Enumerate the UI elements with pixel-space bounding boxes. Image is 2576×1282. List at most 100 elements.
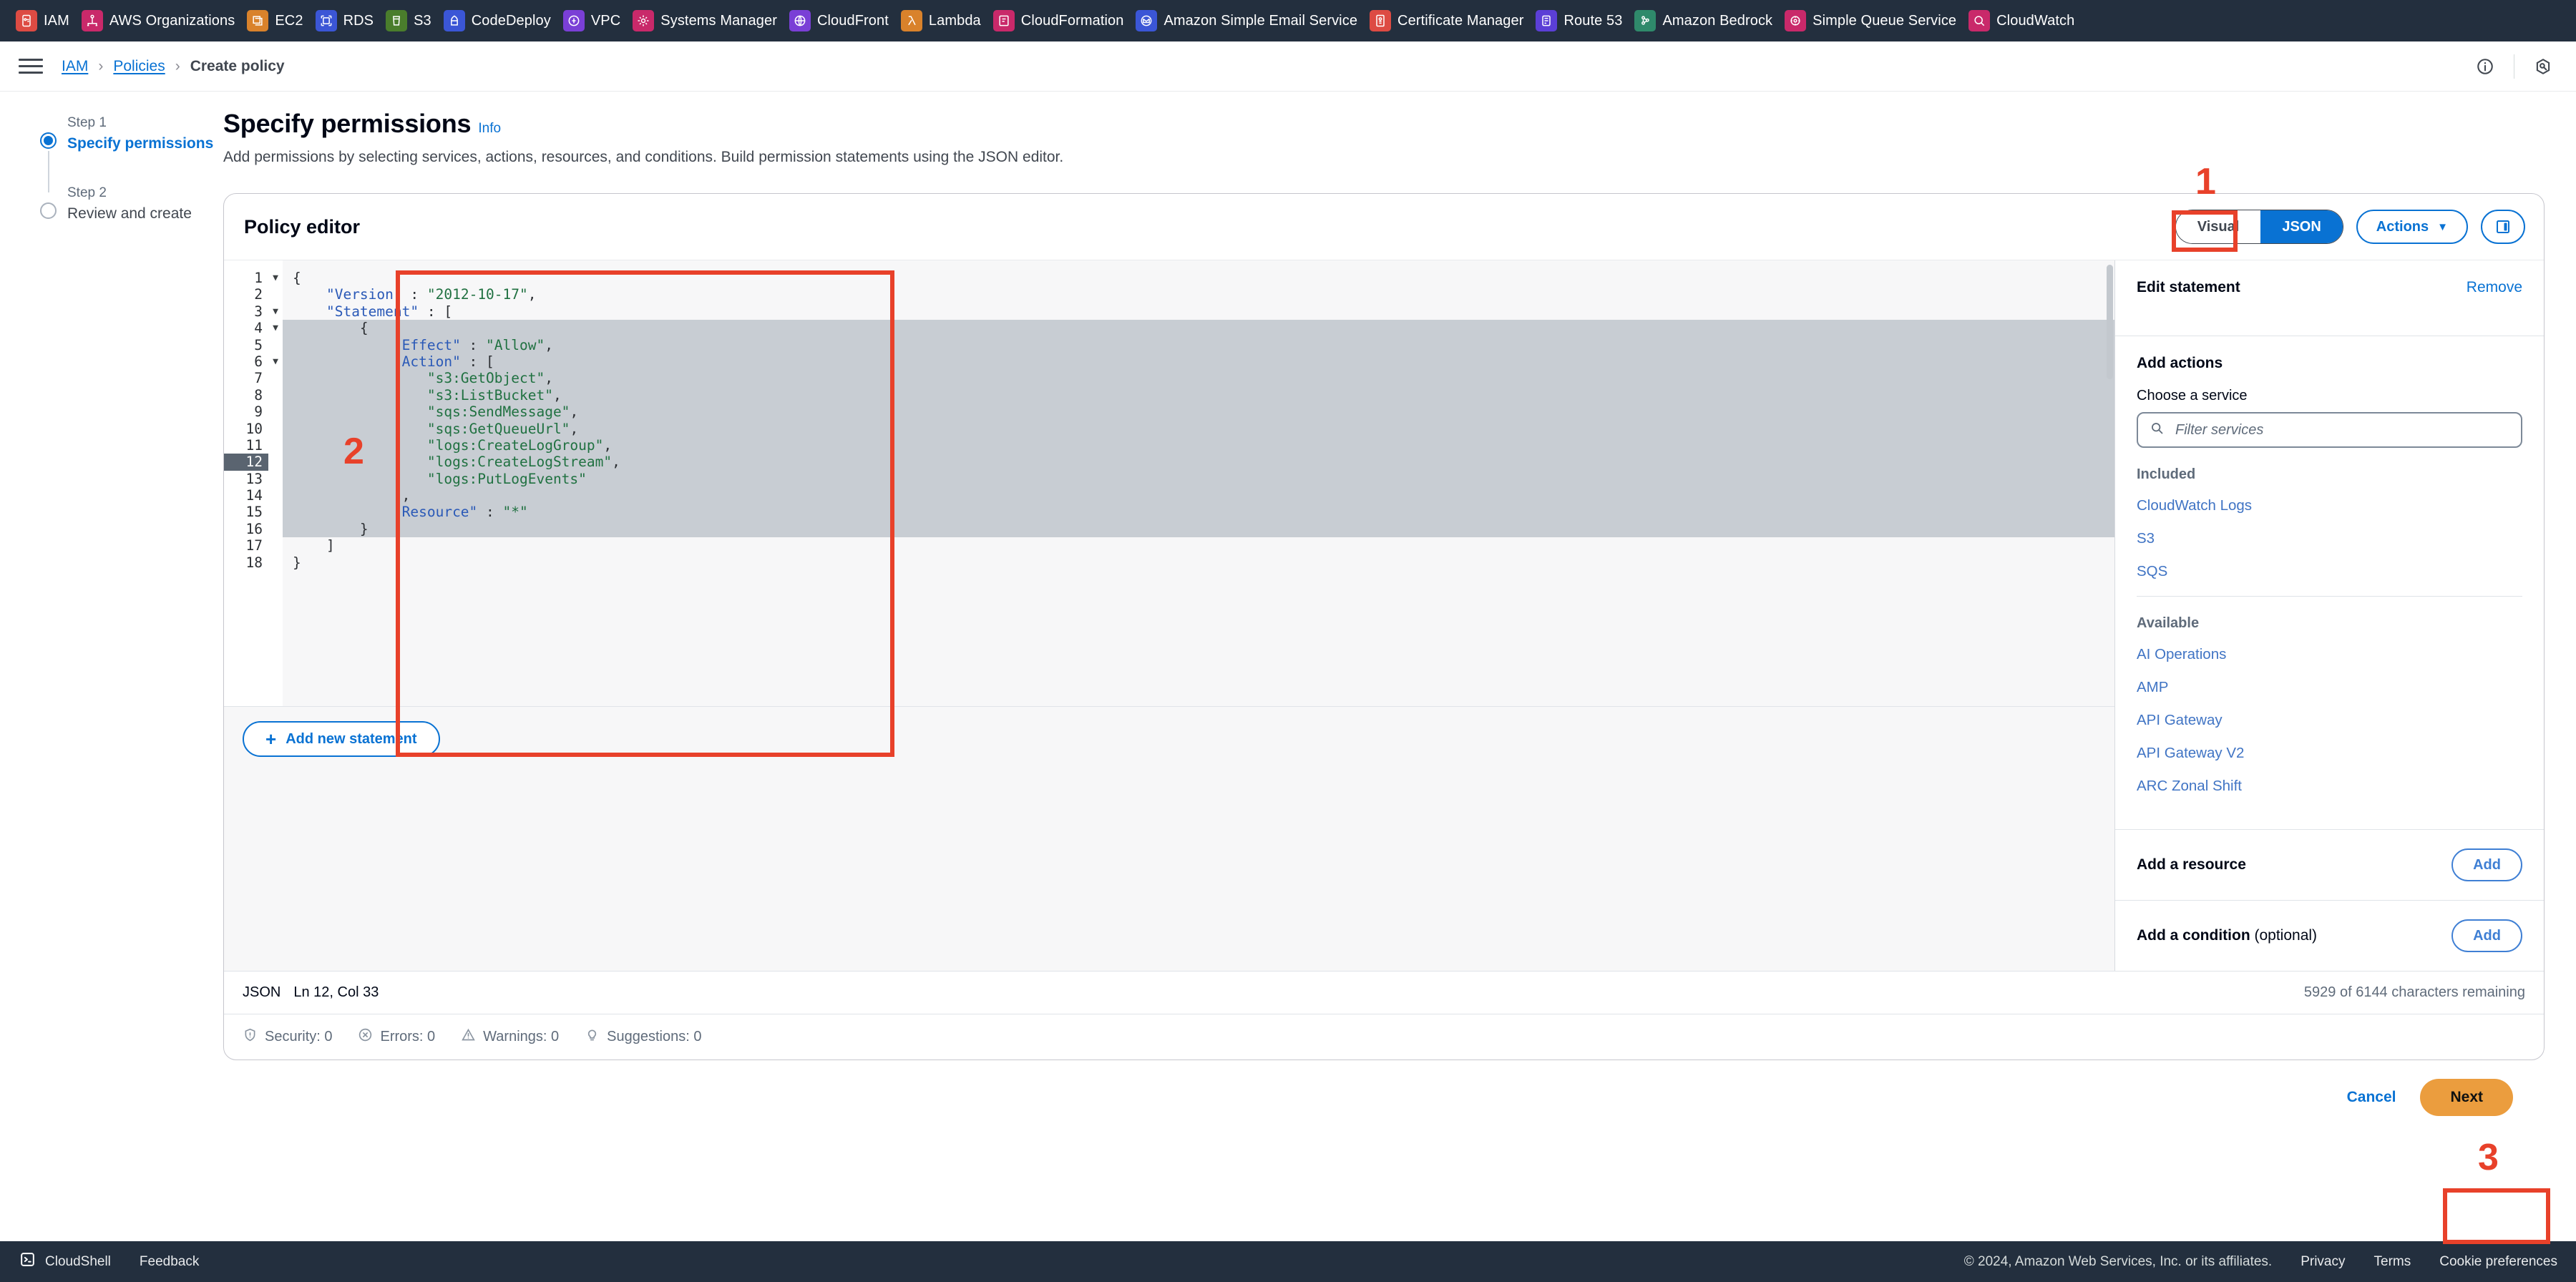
settings-hex-icon[interactable]: [2529, 52, 2557, 81]
terms-link[interactable]: Terms: [2374, 1254, 2411, 1270]
available-service-link[interactable]: API Gateway V2: [2137, 745, 2522, 762]
service-shortcut[interactable]: AWS Organizations: [81, 10, 247, 31]
wizard-steps: Step 1 Specify permissions Step 2 Review…: [0, 92, 215, 1241]
code-line[interactable]: "Effect" : "Allow",: [283, 336, 2114, 353]
privacy-link[interactable]: Privacy: [2301, 1254, 2345, 1270]
breadcrumb-item-iam[interactable]: IAM: [62, 58, 88, 75]
filter-services-input[interactable]: [2174, 421, 2509, 439]
service-shortcut[interactable]: Systems Manager: [633, 10, 789, 31]
included-heading: Included: [2137, 466, 2196, 482]
diagnostic-security[interactable]: Security: 0: [243, 1027, 332, 1047]
code-line[interactable]: {: [283, 320, 2114, 337]
editor-scrollbar[interactable]: [2104, 260, 2114, 706]
code-line[interactable]: "s3:ListBucket",: [283, 386, 2114, 404]
code-line[interactable]: "logs:CreateLogStream",: [283, 454, 2114, 471]
add-resource-button[interactable]: Add: [2451, 848, 2522, 881]
included-service-link[interactable]: S3: [2137, 530, 2522, 547]
next-button[interactable]: Next: [2420, 1079, 2513, 1116]
wizard-step-1[interactable]: Step 1 Specify permissions: [31, 113, 215, 192]
available-service-link[interactable]: API Gateway: [2137, 712, 2522, 729]
step-1-kicker: Step 1: [67, 115, 107, 130]
code-line[interactable]: }: [283, 554, 2114, 571]
tab-json[interactable]: JSON: [2260, 210, 2343, 243]
included-service-link[interactable]: SQS: [2137, 563, 2522, 580]
menu-icon[interactable]: [19, 54, 43, 79]
filter-services-input-wrapper[interactable]: [2137, 412, 2522, 448]
edit-statement-section: Edit statement Remove: [2115, 260, 2544, 336]
add-condition-button[interactable]: Add: [2451, 919, 2522, 952]
json-editor[interactable]: 1 2 3 4 5 6 7 8 9 10 11 12 13 14 15 16 17 18 ▼ ▼ ▼ ▼ { "Vers…: [224, 260, 2114, 971]
service-shortcut[interactable]: Amazon Simple Email Service: [1136, 10, 1370, 31]
diagnostic-suggestions[interactable]: Suggestions: 0: [585, 1027, 701, 1047]
service-shortcut[interactable]: CloudFront: [789, 10, 901, 31]
code-line[interactable]: {: [283, 270, 2114, 286]
add-a-condition-label: Add a condition (optional): [2137, 927, 2318, 944]
error-circle-icon: [358, 1027, 373, 1047]
available-service-link[interactable]: AMP: [2137, 679, 2522, 696]
included-service-link[interactable]: CloudWatch Logs: [2137, 497, 2522, 514]
service-shortcut[interactable]: S3: [386, 10, 444, 31]
copyright-text: © 2024, Amazon Web Services, Inc. or its…: [1963, 1253, 2273, 1269]
cloudshell-button[interactable]: CloudShell: [19, 1251, 111, 1273]
fold-toggle-icon[interactable]: ▼: [268, 320, 283, 336]
header-actions: [2471, 52, 2557, 81]
fold-toggle-icon[interactable]: ▼: [268, 353, 283, 370]
code-line[interactable]: ],: [283, 487, 2114, 504]
remove-statement-link[interactable]: Remove: [2467, 279, 2522, 296]
code-area[interactable]: 1 2 3 4 5 6 7 8 9 10 11 12 13 14 15 16 17 18 ▼ ▼ ▼ ▼ { "Vers…: [224, 260, 2114, 706]
service-shortcut-label: Certificate Manager: [1397, 12, 1524, 29]
list-divider: [2137, 596, 2522, 597]
fold-markers[interactable]: ▼ ▼ ▼ ▼: [268, 260, 283, 706]
service-shortcut[interactable]: CodeDeploy: [443, 10, 563, 31]
diagnostic-warnings[interactable]: Warnings: 0: [461, 1027, 559, 1047]
service-shortcut[interactable]: CloudWatch: [1968, 10, 2087, 31]
service-shortcut[interactable]: VPC: [562, 10, 633, 31]
fold-toggle-icon[interactable]: ▼: [268, 270, 283, 286]
code-line[interactable]: }: [283, 520, 2114, 538]
code-line[interactable]: "Statement" : [: [283, 303, 2114, 320]
route53-icon: [1536, 10, 1558, 31]
info-link[interactable]: Info: [478, 121, 501, 136]
code-line[interactable]: "Version" : "2012-10-17",: [283, 286, 2114, 303]
line-number: 7: [254, 370, 263, 387]
code-line[interactable]: "logs:PutLogEvents": [283, 470, 2114, 488]
service-shortcut[interactable]: RDS: [315, 10, 386, 31]
cookie-preferences-link[interactable]: Cookie preferences: [2439, 1254, 2557, 1270]
available-service-link[interactable]: AI Operations: [2137, 646, 2522, 663]
service-shortcut[interactable]: Certificate Manager: [1370, 10, 1536, 31]
scrollbar-thumb[interactable]: [2107, 265, 2113, 379]
policy-editor-card: Policy editor Visual JSON Actions ▼ 1 2 …: [223, 193, 2545, 1060]
code-line[interactable]: "Resource" : "*": [283, 504, 2114, 521]
line-number: 13: [245, 470, 263, 487]
breadcrumb-item-policies[interactable]: Policies: [113, 58, 165, 75]
service-shortcut[interactable]: IAM: [16, 10, 82, 31]
code-line[interactable]: "logs:CreateLogGroup",: [283, 436, 2114, 454]
service-shortcut[interactable]: Route 53: [1536, 10, 1634, 31]
feedback-link[interactable]: Feedback: [140, 1254, 199, 1270]
code-line[interactable]: "s3:GetObject",: [283, 370, 2114, 387]
included-service-list: CloudWatch Logs S3 SQS: [2137, 497, 2522, 580]
tab-visual[interactable]: Visual: [2175, 210, 2261, 243]
service-shortcut[interactable]: EC2: [247, 10, 315, 31]
service-shortcut-label: IAM: [44, 12, 69, 29]
service-shortcut[interactable]: Lambda: [900, 10, 993, 31]
info-icon[interactable]: [2471, 52, 2499, 81]
code-lines[interactable]: { "Version" : "2012-10-17", "Statement" …: [283, 260, 2114, 706]
service-shortcut[interactable]: Amazon Bedrock: [1634, 10, 1785, 31]
code-line[interactable]: "sqs:GetQueueUrl",: [283, 420, 2114, 437]
diagnostic-errors[interactable]: Errors: 0: [358, 1027, 435, 1047]
toggle-side-panel-button[interactable]: [2481, 210, 2525, 244]
service-shortcut[interactable]: CloudFormation: [992, 10, 1136, 31]
fold-toggle-icon[interactable]: ▼: [268, 303, 283, 320]
available-service-link[interactable]: ARC Zonal Shift: [2137, 778, 2522, 795]
code-line[interactable]: ]: [283, 537, 2114, 554]
code-line[interactable]: "Action" : [: [283, 353, 2114, 371]
cancel-button[interactable]: Cancel: [2347, 1089, 2396, 1106]
add-new-statement-button[interactable]: + Add new statement: [243, 721, 440, 757]
service-shortcut[interactable]: Simple Queue Service: [1785, 10, 1968, 31]
actions-button[interactable]: Actions ▼: [2356, 210, 2468, 244]
wizard-step-2[interactable]: Step 2 Review and create: [31, 183, 215, 225]
code-line[interactable]: "sqs:SendMessage",: [283, 403, 2114, 421]
